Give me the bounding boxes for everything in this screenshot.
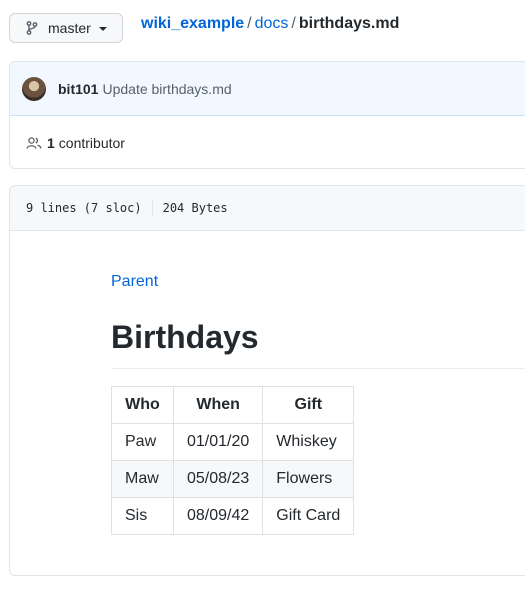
table-row: Paw 01/01/20 Whiskey xyxy=(111,423,355,461)
divider xyxy=(151,199,153,217)
table-cell: 05/08/23 xyxy=(172,460,264,498)
branch-label: master xyxy=(48,20,91,36)
parent-link[interactable]: Parent xyxy=(111,273,158,291)
people-icon xyxy=(26,135,42,151)
table-cell: 08/09/42 xyxy=(172,497,264,535)
branch-select-button[interactable]: master xyxy=(9,13,123,43)
contributors-row[interactable]: 1 contributor xyxy=(10,116,525,168)
breadcrumb-dir-link[interactable]: docs xyxy=(255,15,289,32)
git-branch-icon xyxy=(24,20,40,36)
birthdays-table: Who When Gift Paw 01/01/20 Whiskey Maw 0… xyxy=(111,386,355,535)
chevron-down-icon xyxy=(98,27,107,31)
file-line-count: 9 lines (7 sloc) xyxy=(26,201,142,215)
table-cell: Whiskey xyxy=(262,423,355,461)
file-viewer: 9 lines (7 sloc) 204 Bytes Parent Birthd… xyxy=(9,185,525,576)
divider xyxy=(111,368,525,369)
table-header-cell: When xyxy=(172,386,264,424)
breadcrumb-separator: / xyxy=(247,15,252,32)
table-header-cell: Gift xyxy=(262,386,355,424)
commit-author-link[interactable]: bit101 xyxy=(58,81,98,97)
page-title: Birthdays xyxy=(111,319,259,355)
table-cell: Gift Card xyxy=(262,497,355,535)
table-row: Maw 05/08/23 Flowers xyxy=(111,460,355,498)
breadcrumb: wiki_example / docs / birthdays.md xyxy=(141,14,399,34)
avatar[interactable] xyxy=(22,76,46,101)
table-cell: Sis xyxy=(111,497,174,535)
table-cell: Flowers xyxy=(262,460,355,498)
table-cell: Maw xyxy=(111,460,174,498)
table-header-row: Who When Gift xyxy=(111,386,355,424)
table-cell: Paw xyxy=(111,423,174,461)
contributor-count: 1 xyxy=(47,134,55,151)
table-header-cell: Who xyxy=(111,386,174,424)
breadcrumb-repo-link[interactable]: wiki_example xyxy=(141,15,244,32)
breadcrumb-file-name: birthdays.md xyxy=(298,15,400,32)
breadcrumb-separator: / xyxy=(291,15,296,32)
file-info-header: 9 lines (7 sloc) 204 Bytes xyxy=(10,186,525,231)
table-cell: 01/01/20 xyxy=(172,423,264,461)
file-size: 204 Bytes xyxy=(162,201,228,215)
table-row: Sis 08/09/42 Gift Card xyxy=(111,497,355,535)
commit-info-box: bit101 Update birthdays.md 1 contributor xyxy=(9,61,525,169)
commit-message-link[interactable]: Update birthdays.md xyxy=(102,81,231,97)
latest-commit-row: bit101 Update birthdays.md xyxy=(10,62,525,116)
contributor-label: contributor xyxy=(58,134,125,151)
